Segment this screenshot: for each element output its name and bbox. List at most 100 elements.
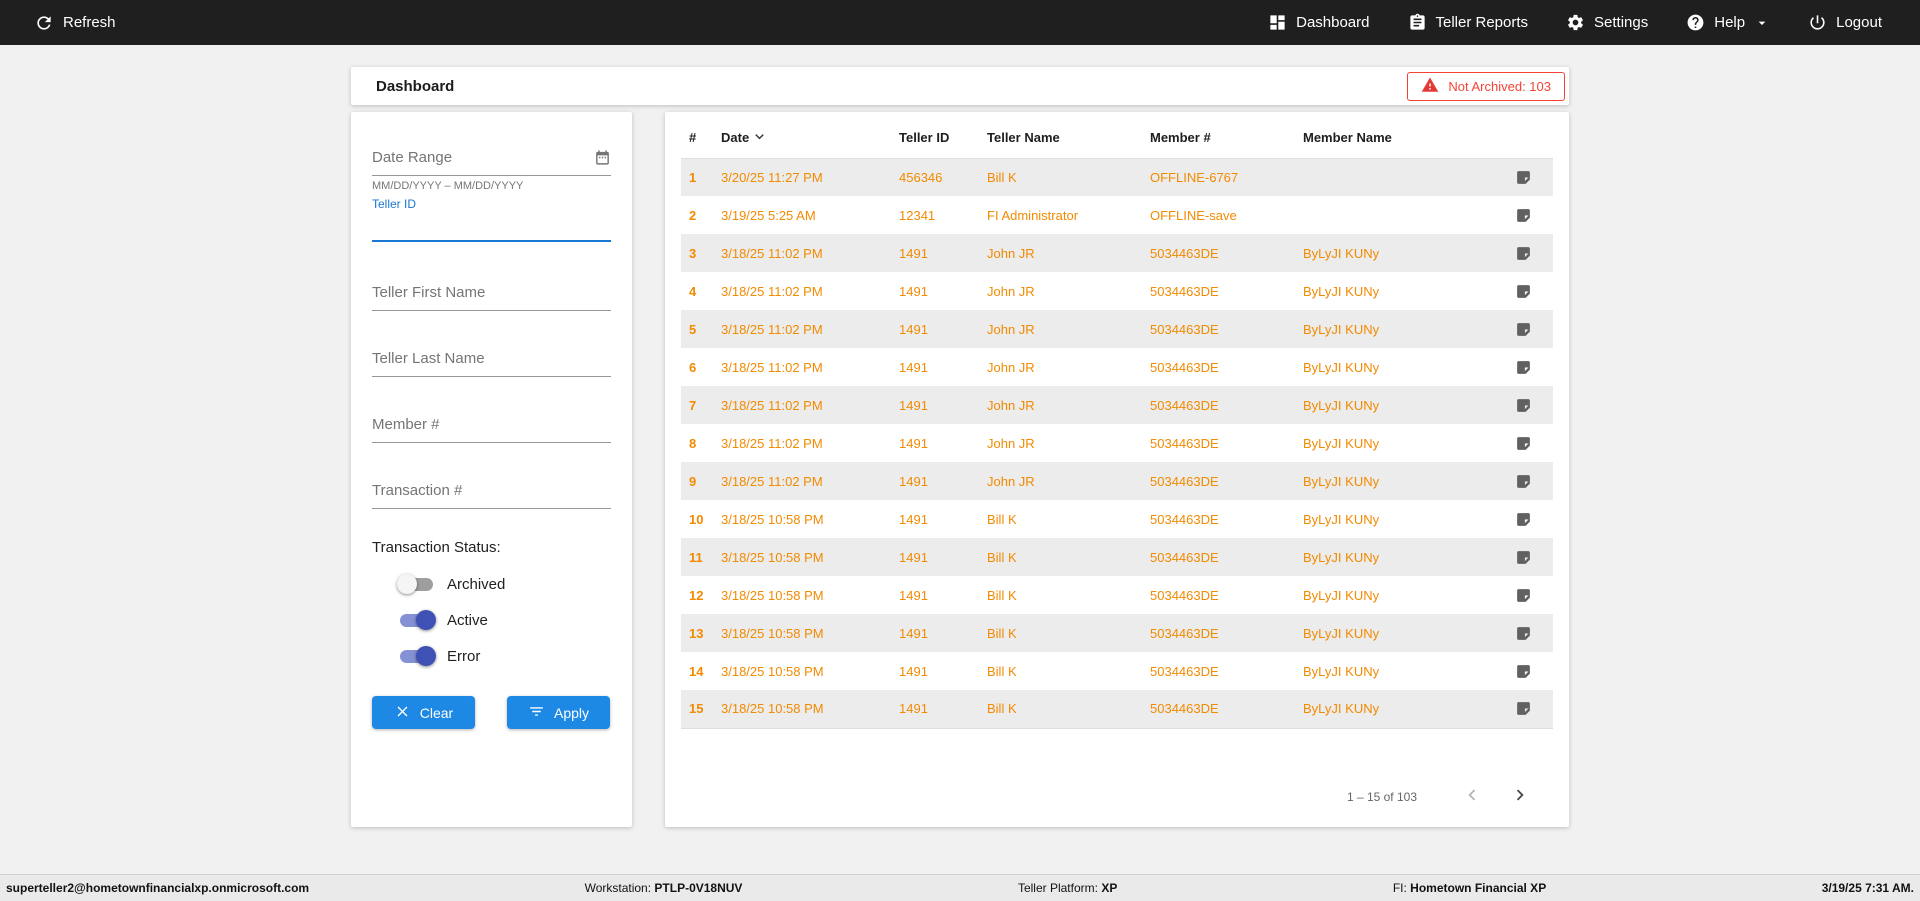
archived-toggle-label: Archived	[447, 575, 506, 593]
row-note-cell[interactable]	[1493, 348, 1553, 386]
table-row[interactable]: 12 3/18/25 10:58 PM 1491 Bill K 5034463D…	[681, 576, 1553, 614]
dashboard-icon	[1268, 13, 1287, 32]
row-member-number: 5034463DE	[1150, 245, 1219, 261]
table-row[interactable]: 15 3/18/25 10:58 PM 1491 Bill K 5034463D…	[681, 690, 1553, 728]
table-row[interactable]: 2 3/19/25 5:25 AM 12341 FI Administrator…	[681, 196, 1553, 234]
table-row[interactable]: 1 3/20/25 11:27 PM 456346 Bill K OFFLINE…	[681, 158, 1553, 196]
row-note-cell[interactable]	[1493, 234, 1553, 272]
table-row[interactable]: 13 3/18/25 10:58 PM 1491 Bill K 5034463D…	[681, 614, 1553, 652]
transaction-number-input[interactable]	[372, 482, 611, 499]
table-row[interactable]: 7 3/18/25 11:02 PM 1491 John JR 5034463D…	[681, 386, 1553, 424]
row-note-cell[interactable]	[1493, 424, 1553, 462]
note-icon[interactable]	[1515, 206, 1532, 222]
row-member-number: 5034463DE	[1150, 321, 1219, 337]
row-teller-id: 1491	[899, 473, 928, 489]
refresh-button[interactable]: Refresh	[34, 13, 116, 33]
active-switch[interactable]	[400, 609, 436, 630]
note-icon[interactable]	[1515, 282, 1532, 298]
member-number-input[interactable]	[372, 416, 611, 433]
nav-teller-reports[interactable]: Teller Reports	[1408, 13, 1528, 32]
note-icon[interactable]	[1515, 169, 1532, 184]
row-member-number: 5034463DE	[1150, 473, 1219, 489]
not-archived-badge[interactable]: Not Archived: 103	[1407, 71, 1565, 101]
col-date-label: Date	[721, 130, 750, 146]
date-range-field	[372, 140, 611, 176]
table-row[interactable]: 6 3/18/25 11:02 PM 1491 John JR 5034463D…	[681, 348, 1553, 386]
apply-button[interactable]: Apply	[507, 696, 610, 729]
main-content: Dashboard Not Archived: 103 MM/DD/YYYY –…	[0, 45, 1920, 874]
teller-platform-value: XP	[1101, 881, 1118, 895]
col-date[interactable]: Date	[721, 118, 899, 159]
note-icon[interactable]	[1515, 700, 1532, 716]
table-row[interactable]: 5 3/18/25 11:02 PM 1491 John JR 5034463D…	[681, 310, 1553, 348]
row-date: 3/18/25 11:02 PM	[721, 245, 823, 261]
row-note-cell[interactable]	[1493, 576, 1553, 614]
row-note-cell[interactable]	[1493, 462, 1553, 500]
row-teller-name: John JR	[987, 321, 1035, 337]
next-page-button[interactable]	[1509, 784, 1531, 809]
teller-first-name-input[interactable]	[372, 284, 611, 301]
apply-button-label: Apply	[553, 704, 590, 721]
col-member-name: Member Name	[1303, 118, 1493, 159]
date-range-input[interactable]	[372, 149, 594, 166]
row-date: 3/18/25 11:02 PM	[721, 359, 823, 375]
teller-id-input[interactable]	[372, 217, 611, 234]
note-icon[interactable]	[1515, 662, 1532, 678]
row-note-cell[interactable]	[1493, 158, 1553, 196]
note-icon[interactable]	[1515, 548, 1532, 564]
row-note-cell[interactable]	[1493, 386, 1553, 424]
row-date: 3/18/25 11:02 PM	[721, 397, 823, 413]
clear-button[interactable]: Clear	[372, 696, 475, 729]
note-icon[interactable]	[1515, 624, 1532, 640]
sort-desc-icon	[751, 128, 768, 148]
row-note-cell[interactable]	[1493, 500, 1553, 538]
row-note-cell[interactable]	[1493, 310, 1553, 348]
previous-page-button[interactable]	[1461, 784, 1483, 809]
row-note-cell[interactable]	[1493, 196, 1553, 234]
row-note-cell[interactable]	[1493, 538, 1553, 576]
row-member-name: ByLyJI KUNy	[1303, 587, 1380, 603]
table-row[interactable]: 9 3/18/25 11:02 PM 1491 John JR 5034463D…	[681, 462, 1553, 500]
nav-help[interactable]: Help	[1686, 13, 1770, 32]
row-note-cell[interactable]	[1493, 614, 1553, 652]
error-toggle[interactable]: Error	[400, 645, 611, 667]
table-row[interactable]: 3 3/18/25 11:02 PM 1491 John JR 5034463D…	[681, 234, 1553, 272]
row-note-cell[interactable]	[1493, 690, 1553, 728]
note-icon[interactable]	[1515, 244, 1532, 260]
active-toggle[interactable]: Active	[400, 609, 611, 631]
error-switch[interactable]	[400, 645, 436, 666]
row-number: 13	[689, 625, 704, 641]
table-row[interactable]: 11 3/18/25 10:58 PM 1491 Bill K 5034463D…	[681, 538, 1553, 576]
row-teller-id: 1491	[899, 283, 928, 299]
note-icon[interactable]	[1515, 434, 1532, 450]
row-member-number: 5034463DE	[1150, 511, 1219, 527]
nav-logout[interactable]: Logout	[1808, 13, 1882, 32]
note-icon[interactable]	[1515, 510, 1532, 526]
note-icon[interactable]	[1515, 320, 1532, 336]
archived-switch[interactable]	[397, 573, 433, 594]
col-actions	[1493, 118, 1553, 159]
row-note-cell[interactable]	[1493, 272, 1553, 310]
archived-toggle[interactable]: Archived	[397, 573, 611, 595]
table-body: 1 3/20/25 11:27 PM 456346 Bill K OFFLINE…	[681, 158, 1553, 728]
calendar-icon[interactable]	[594, 149, 611, 166]
table-row[interactable]: 10 3/18/25 10:58 PM 1491 Bill K 5034463D…	[681, 500, 1553, 538]
row-note-cell[interactable]	[1493, 652, 1553, 690]
row-teller-name: John JR	[987, 359, 1035, 375]
row-teller-id: 456346	[899, 169, 943, 185]
teller-first-name-field	[372, 275, 611, 311]
table-row[interactable]: 8 3/18/25 11:02 PM 1491 John JR 5034463D…	[681, 424, 1553, 462]
table-row[interactable]: 4 3/18/25 11:02 PM 1491 John JR 5034463D…	[681, 272, 1553, 310]
fi-info: FI: Hometown Financial XP	[1393, 881, 1546, 895]
note-icon[interactable]	[1515, 472, 1532, 488]
nav-dashboard[interactable]: Dashboard	[1268, 13, 1370, 32]
note-icon[interactable]	[1515, 586, 1532, 602]
col-teller-name: Teller Name	[987, 118, 1150, 159]
note-icon[interactable]	[1515, 396, 1532, 412]
nav-settings[interactable]: Settings	[1566, 13, 1648, 32]
teller-last-name-input[interactable]	[372, 350, 611, 367]
table-row[interactable]: 14 3/18/25 10:58 PM 1491 Bill K 5034463D…	[681, 652, 1553, 690]
row-date: 3/18/25 10:58 PM	[721, 549, 824, 565]
teller-platform-label: Teller Platform:	[1017, 881, 1098, 895]
note-icon[interactable]	[1515, 358, 1532, 374]
